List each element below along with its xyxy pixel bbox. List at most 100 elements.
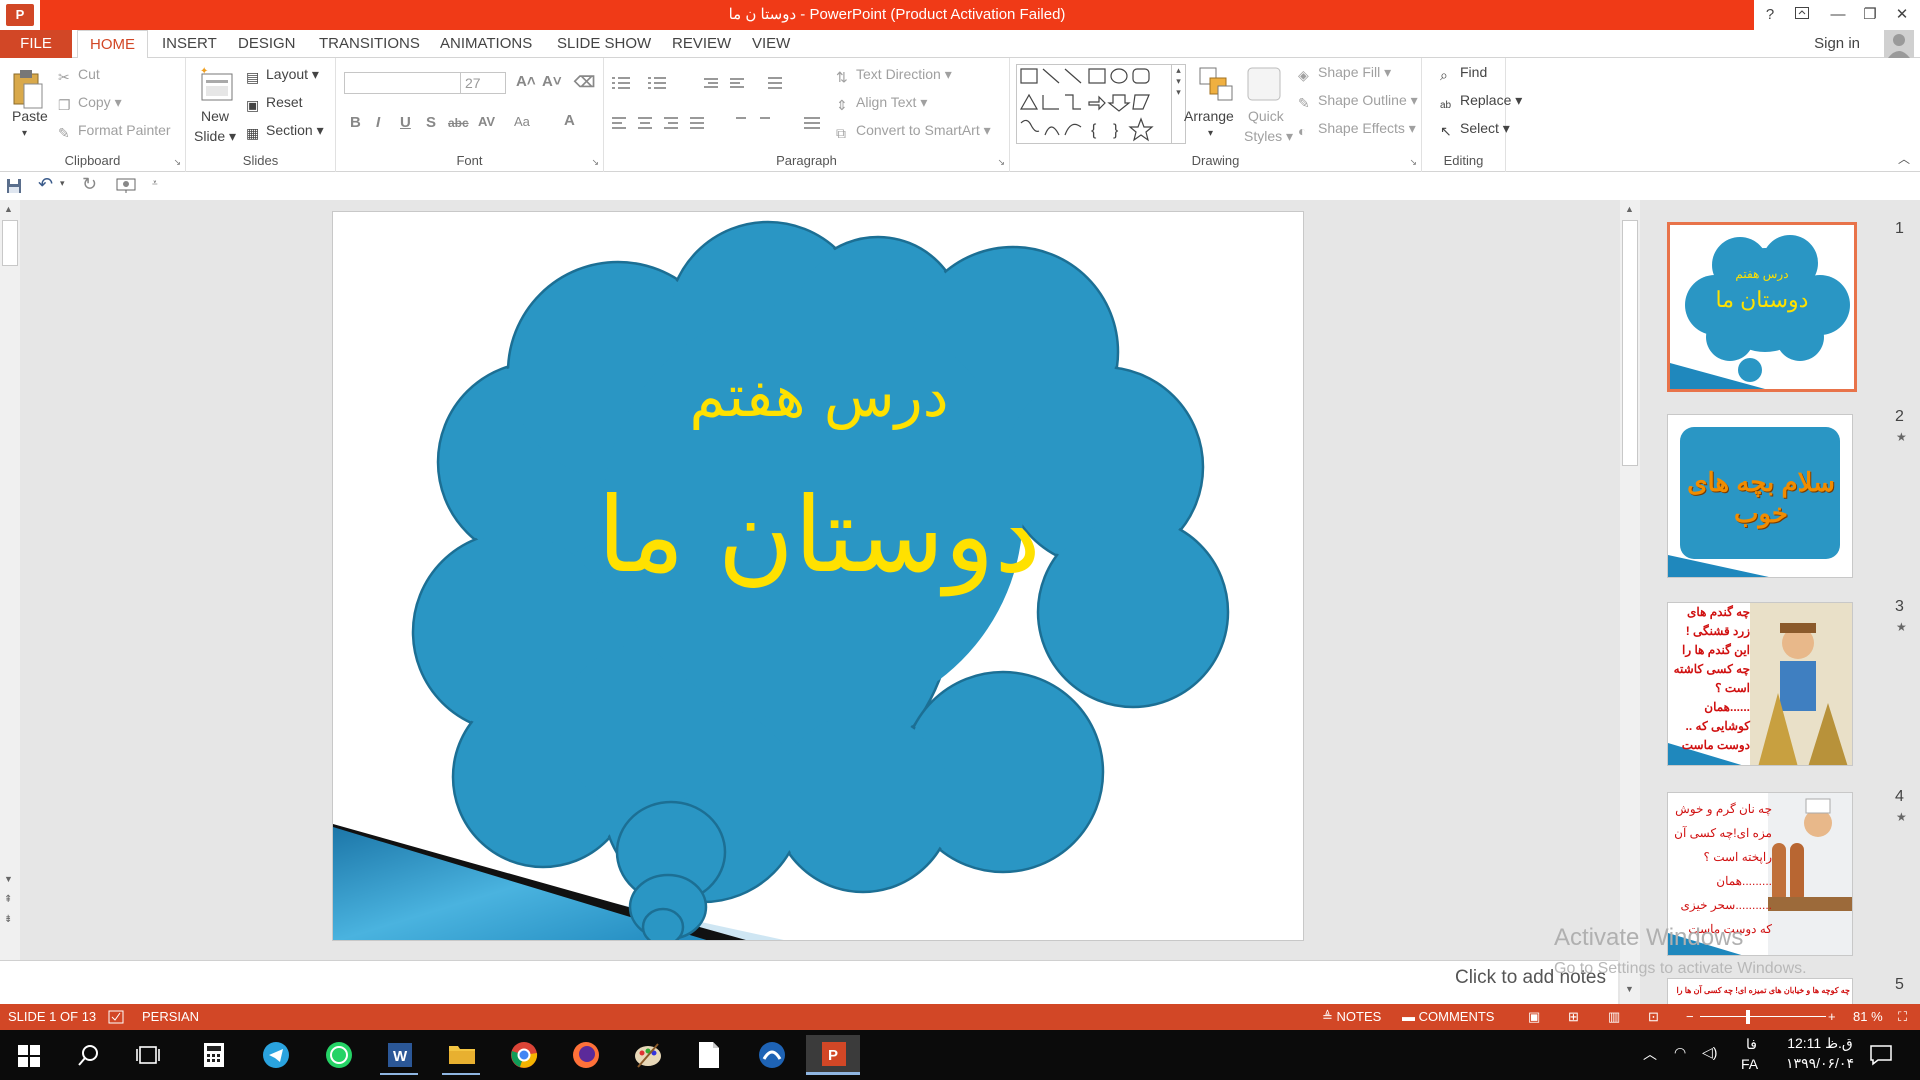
tab-slide-show[interactable]: SLIDE SHOW [545,30,663,58]
shapes-scroll[interactable]: ▴ ▾ ▾ [1171,65,1185,143]
save-icon[interactable] [6,178,22,194]
slide-title[interactable]: دوستان ما [333,474,1303,596]
shape-fill-button[interactable]: ◈ Shape Fill ▾ [1298,64,1391,83]
quick-styles-button[interactable] [1246,66,1284,107]
paragraph-launcher-icon[interactable]: ↘ [997,157,1005,168]
avatar-icon[interactable] [1884,30,1914,58]
arrange-button[interactable] [1198,66,1234,107]
thumbnail-slide-5[interactable]: چه کوچه ها و خیابان های تمیزه ای! چه کسی… [1667,978,1853,1004]
thumbnail-slide-3[interactable]: چه گندم های زرد قشنگی ! این گندم ها را چ… [1667,602,1853,766]
new-slide-label-1[interactable]: New [201,108,229,124]
taskbar-firefox[interactable] [558,1035,612,1075]
main-scroll-down-icon[interactable]: ▼ [1625,984,1634,994]
keyboard-language-script[interactable]: فا [1746,1036,1757,1053]
comments-toggle[interactable]: ▬ COMMENTS [1402,1004,1494,1030]
main-scroll-thumb[interactable] [1622,220,1638,466]
underline-button[interactable]: U [400,114,411,131]
replace-button[interactable]: ab Replace ▾ [1440,92,1522,116]
taskbar-whatsapp[interactable] [311,1035,365,1075]
taskbar-app-blue[interactable] [744,1035,798,1075]
thumbnail-slide-1[interactable]: درس هفتم دوستان ما [1667,222,1857,392]
undo-dropdown-icon[interactable]: ▾ [60,178,65,189]
tab-design[interactable]: DESIGN [226,30,308,58]
keyboard-language-code[interactable]: FA [1741,1056,1758,1072]
tray-overflow-icon[interactable]: ︿ [1643,1044,1657,1064]
shrink-font-button[interactable]: A˅ [542,73,562,90]
taskbar-calculator[interactable] [187,1035,241,1075]
clear-formatting-icon[interactable]: ⌫ [574,73,595,91]
zoom-slider-thumb[interactable] [1746,1010,1750,1024]
taskbar-telegram[interactable] [248,1035,302,1075]
slide-sorter-icon[interactable]: ⊞ [1568,1004,1579,1030]
shadow-button[interactable]: S [426,114,436,131]
language-indicator[interactable]: PERSIAN [142,1004,199,1030]
reading-view-icon[interactable]: ▥ [1608,1004,1620,1030]
tab-transitions[interactable]: TRANSITIONS [307,30,432,58]
next-slide-icon[interactable]: ⇟ [4,914,12,925]
main-scrollbar[interactable]: ▲ ▼ [1620,200,1640,1004]
tab-review[interactable]: REVIEW [660,30,743,58]
taskbar-word[interactable]: W [372,1035,426,1075]
align-text-button[interactable]: ⇕ Align Text ▾ [836,94,927,113]
italic-button[interactable]: I [376,114,380,131]
tab-home[interactable]: HOME [77,30,148,59]
new-slide-button[interactable]: ✦ [198,66,236,107]
help-button[interactable]: ? [1754,0,1786,30]
taskbar-powerpoint[interactable]: P [806,1035,860,1075]
find-button[interactable]: ⌕ Find [1440,64,1487,83]
windows-start-icon[interactable] [18,1045,40,1067]
text-direction-button[interactable]: ⇅ Text Direction ▾ [836,66,952,85]
spelling-check-icon[interactable] [108,1010,124,1024]
search-icon[interactable] [78,1044,100,1066]
alignment-icons[interactable] [612,114,832,132]
shapes-gallery[interactable]: {} ▴ ▾ ▾ [1016,64,1186,144]
taskbar-chrome[interactable] [496,1035,550,1075]
copy-button[interactable]: ❐ Copy ▾ [58,94,122,113]
network-icon[interactable]: ◠ [1674,1044,1686,1061]
notifications-icon[interactable] [1870,1044,1892,1066]
notes-toggle[interactable]: ≜ NOTES [1322,1004,1381,1030]
slide-count[interactable]: SLIDE 1 OF 13 [8,1004,96,1030]
start-slideshow-icon[interactable] [116,178,136,194]
character-spacing-button[interactable]: AV [478,114,495,129]
font-size-box[interactable]: 27 [460,72,506,94]
ribbon-display-options-button[interactable] [1786,0,1818,30]
task-view-icon[interactable] [136,1044,160,1066]
scroll-down-arrow-icon[interactable]: ▼ [4,874,13,884]
zoom-in-icon[interactable]: + [1828,1004,1836,1030]
tab-animations[interactable]: ANIMATIONS [428,30,544,58]
main-scroll-up-icon[interactable]: ▲ [1625,204,1634,214]
undo-icon[interactable]: ↶ [38,174,53,195]
change-case-button[interactable]: Aa [514,114,530,129]
fit-slide-icon[interactable]: ⛶ [1898,1004,1907,1030]
taskbar-notepad[interactable] [682,1035,736,1075]
strikethrough-button[interactable]: abc [448,116,469,130]
taskbar-paint[interactable] [620,1035,674,1075]
thumbnail-slide-2[interactable]: سلام بچه های خوب [1667,414,1853,578]
volume-icon[interactable]: ◁) [1702,1044,1717,1061]
slideshow-view-icon[interactable]: ⊡ [1648,1004,1659,1030]
normal-view-icon[interactable]: ▣ [1528,1004,1540,1030]
paragraph-list-icons[interactable] [612,74,832,92]
paste-label[interactable]: Paste [12,108,48,124]
shape-effects-button[interactable]: ◐ Shape Effects ▾ [1298,120,1416,139]
convert-smartart-button[interactable]: ⧉ Convert to SmartArt ▾ [836,122,991,141]
clock-time[interactable]: 12:11 ق.ظ [1780,1035,1860,1052]
cut-button[interactable]: ✂ Cut [58,66,100,85]
clock-date[interactable]: ۱۳۹۹/۰۶/۰۴ [1780,1055,1860,1072]
collapse-ribbon-icon[interactable]: ︿ [1898,150,1910,167]
close-button[interactable]: ✕ [1886,0,1918,30]
slide-subtitle[interactable]: درس هفتم [333,362,1303,430]
powerpoint-logo-icon[interactable]: P [6,4,34,26]
quick-styles-label-2[interactable]: Styles ▾ [1244,128,1293,145]
quick-styles-label-1[interactable]: Quick [1248,108,1284,124]
paste-dropdown-icon[interactable]: ▾ [22,128,27,139]
font-launcher-icon[interactable]: ↘ [591,157,599,168]
tab-view[interactable]: VIEW [740,30,802,58]
new-slide-label-2[interactable]: Slide ▾ [194,128,236,145]
grow-font-button[interactable]: A˄ [516,73,536,90]
font-name-box[interactable] [344,72,462,94]
taskbar-file-explorer[interactable] [434,1035,488,1075]
left-scrollbar[interactable]: ▲ ▼ ⇞ ⇟ [0,200,20,960]
drawing-launcher-icon[interactable]: ↘ [1409,157,1417,168]
